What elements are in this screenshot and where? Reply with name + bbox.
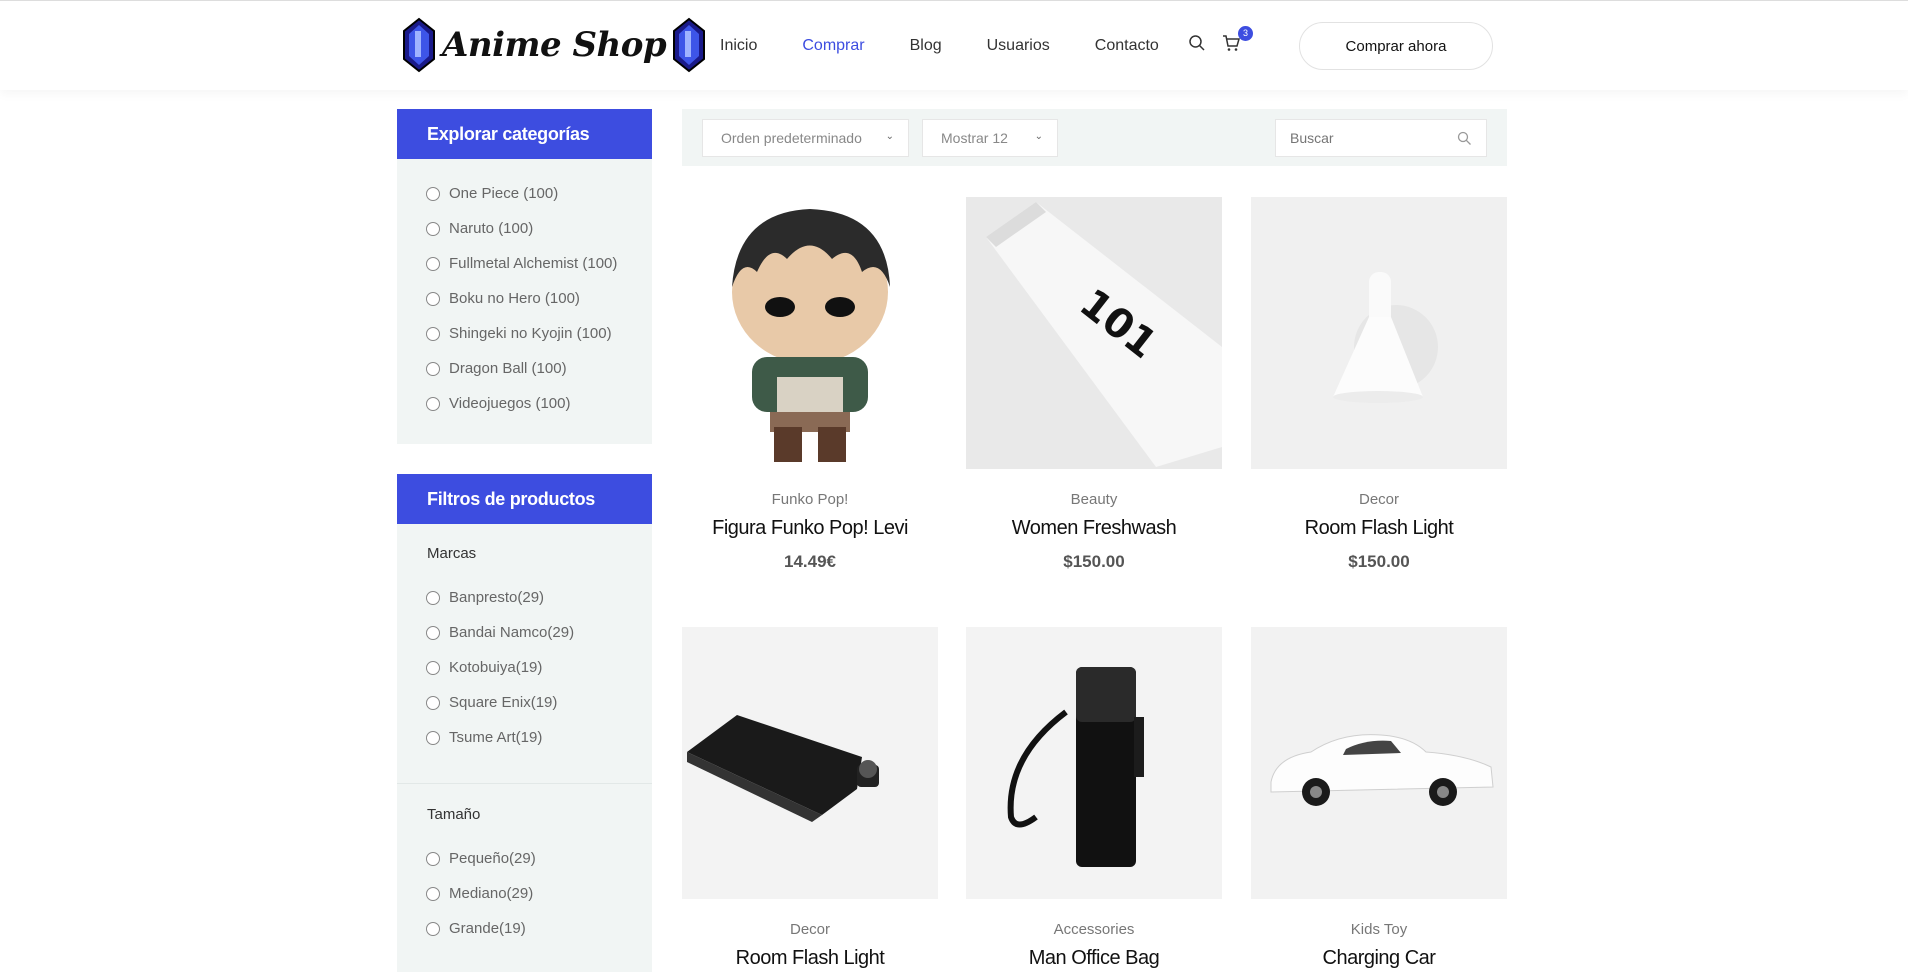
backpack-image[interactable] xyxy=(966,627,1222,899)
product-card[interactable]: Kids Toy Charging Car xyxy=(1251,627,1507,972)
product-name[interactable]: Figura Funko Pop! Levi xyxy=(682,517,938,543)
radio-button[interactable] xyxy=(426,851,440,866)
size-heading: Tamaño xyxy=(427,805,481,823)
product-card[interactable]: Funko Pop! Figura Funko Pop! Levi 14.49€ xyxy=(682,197,938,572)
product-price: $150.00 xyxy=(1063,552,1125,571)
logo[interactable]: Anime Shop xyxy=(400,15,708,75)
nav-usuarios[interactable]: Usuarios xyxy=(987,37,1050,55)
radio-button[interactable] xyxy=(426,186,440,201)
category-option[interactable]: Naruto (100) xyxy=(397,211,652,246)
brands-heading: Marcas xyxy=(427,544,477,562)
categories-panel: Explorar categorías One Piece (100) Naru… xyxy=(397,109,652,444)
product-price: $150.00 xyxy=(1348,552,1410,571)
nav-inicio[interactable]: Inicio xyxy=(720,37,757,55)
product-card[interactable]: Decor Room Flash Light $150.00 xyxy=(1251,197,1507,572)
show-count-select[interactable]: Mostrar 12 ⌄ xyxy=(922,119,1058,157)
category-option[interactable]: Shingeki no Kyojin (100) xyxy=(397,316,652,351)
product-card[interactable]: Decor Room Flash Light xyxy=(682,627,938,972)
brand-option[interactable]: Bandai Namco(29) xyxy=(397,615,652,650)
product-card[interactable]: 101 Beauty Women Freshwash $150.00 xyxy=(966,197,1222,572)
brand-option[interactable]: Banpresto(29) xyxy=(397,580,652,615)
radio-button[interactable] xyxy=(426,886,440,901)
car-image[interactable] xyxy=(1251,627,1507,899)
radio-button[interactable] xyxy=(426,361,440,376)
radio-button[interactable] xyxy=(426,730,440,745)
flask-image[interactable] xyxy=(682,627,938,899)
radio-button[interactable] xyxy=(426,660,440,675)
search-icon[interactable] xyxy=(1457,131,1472,149)
buy-now-button[interactable]: Comprar ahora xyxy=(1299,22,1493,70)
category-option[interactable]: Fullmetal Alchemist (100) xyxy=(397,246,652,281)
product-name[interactable]: Room Flash Light xyxy=(682,947,938,972)
product-card[interactable]: Accessories Man Office Bag xyxy=(966,627,1222,972)
brand-option[interactable]: Square Enix(19) xyxy=(397,685,652,720)
tube-image[interactable]: 101 xyxy=(966,197,1222,469)
category-option[interactable]: One Piece (100) xyxy=(397,176,652,211)
site-header: Anime Shop Inicio Comprar Blog Usuarios … xyxy=(0,0,1908,90)
filters-title: Filtros de productos xyxy=(397,474,652,524)
radio-button[interactable] xyxy=(426,291,440,306)
product-price: 14.49€ xyxy=(784,552,836,571)
product-category: Funko Pop! xyxy=(771,491,849,508)
product-category: Beauty xyxy=(1070,491,1118,508)
product-category: Decor xyxy=(789,921,830,938)
radio-button[interactable] xyxy=(426,221,440,236)
size-option[interactable]: Pequeño(29) xyxy=(397,841,652,876)
radio-button[interactable] xyxy=(426,396,440,411)
product-name[interactable]: Room Flash Light xyxy=(1251,517,1507,543)
size-option[interactable]: Mediano(29) xyxy=(397,876,652,911)
product-category: Accessories xyxy=(1053,921,1135,938)
nav-blog[interactable]: Blog xyxy=(910,37,942,55)
shop-toolbar: Orden predeterminado ⌄ Mostrar 12 ⌄ xyxy=(682,109,1507,166)
chevron-down-icon: ⌄ xyxy=(1034,131,1043,142)
main-nav: Inicio Comprar Blog Usuarios Contacto xyxy=(720,1,1204,91)
category-option[interactable]: Boku no Hero (100) xyxy=(397,281,652,316)
product-search xyxy=(1275,119,1487,157)
product-name[interactable]: Women Freshwash xyxy=(966,517,1222,543)
product-category: Kids Toy xyxy=(1350,921,1408,938)
nav-comprar[interactable]: Comprar xyxy=(802,37,864,55)
size-option[interactable]: Grande(19) xyxy=(397,911,652,946)
radio-button[interactable] xyxy=(426,256,440,271)
sort-select[interactable]: Orden predeterminado ⌄ xyxy=(702,119,909,157)
nav-contacto[interactable]: Contacto xyxy=(1095,37,1159,55)
search-icon[interactable] xyxy=(1188,34,1208,54)
cart-count-badge: 3 xyxy=(1238,26,1253,41)
wall-lamp-image[interactable] xyxy=(1251,197,1507,469)
categories-title: Explorar categorías xyxy=(397,109,652,159)
brand-option[interactable]: Tsume Art(19) xyxy=(397,720,652,755)
sort-select-value: Orden predeterminado xyxy=(721,130,862,146)
show-count-value: Mostrar 12 xyxy=(941,130,1008,146)
crystal-icon xyxy=(670,17,708,73)
product-name[interactable]: Charging Car xyxy=(1251,947,1507,972)
product-name[interactable]: Man Office Bag xyxy=(966,947,1222,972)
crystal-icon xyxy=(400,17,438,73)
funko-figure-image[interactable] xyxy=(682,197,938,469)
radio-button[interactable] xyxy=(426,695,440,710)
logo-text: Anime Shop xyxy=(442,25,667,65)
product-category: Decor xyxy=(1358,491,1399,508)
chevron-down-icon: ⌄ xyxy=(885,131,894,142)
radio-button[interactable] xyxy=(426,590,440,605)
brand-option[interactable]: Kotobuiya(19) xyxy=(397,650,652,685)
category-option[interactable]: Dragon Ball (100) xyxy=(397,351,652,386)
category-option[interactable]: Videojuegos (100) xyxy=(397,386,652,421)
radio-button[interactable] xyxy=(426,921,440,936)
radio-button[interactable] xyxy=(426,625,440,640)
filters-panel: Filtros de productos Marcas Banpresto(29… xyxy=(397,474,652,972)
search-input[interactable] xyxy=(1290,130,1450,146)
radio-button[interactable] xyxy=(426,326,440,341)
